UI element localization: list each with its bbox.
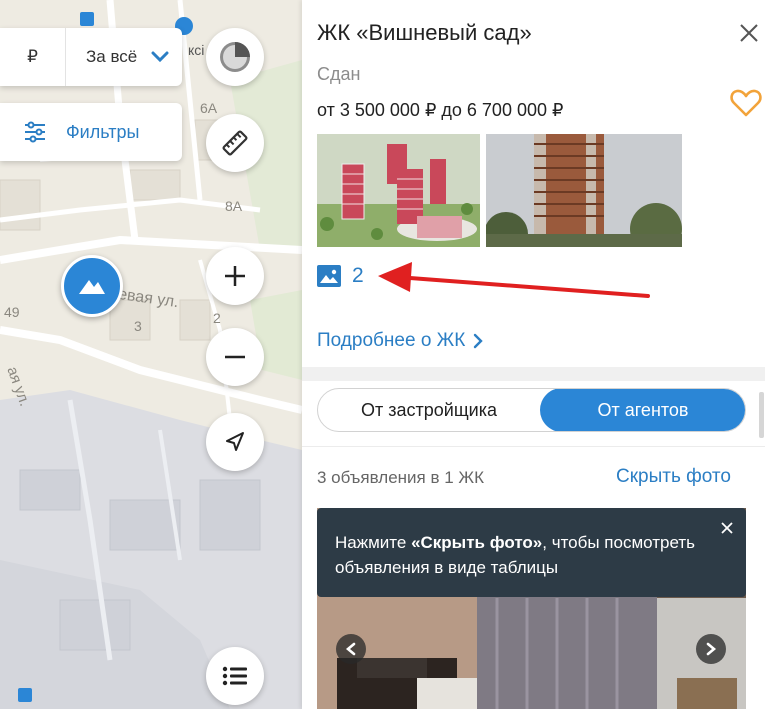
render-image xyxy=(317,134,480,247)
close-icon[interactable] xyxy=(720,521,734,535)
poi-label: ксі xyxy=(188,42,205,58)
chevron-right-icon xyxy=(474,333,483,349)
price-period-dropdown[interactable]: За всё xyxy=(66,28,182,86)
map-label: 49 xyxy=(4,304,20,320)
section-divider xyxy=(302,367,765,381)
tooltip-bold: «Скрыть фото» xyxy=(411,533,543,552)
price-range: от 3 500 000 ₽ до 6 700 000 ₽ xyxy=(317,100,564,120)
layers-button[interactable] xyxy=(206,28,264,86)
annotation-arrow xyxy=(378,262,650,298)
prev-photo-button[interactable] xyxy=(336,634,366,664)
ruler-icon xyxy=(222,130,248,156)
chevron-left-icon xyxy=(345,642,356,656)
hide-photos-link[interactable]: Скрыть фото xyxy=(616,466,731,488)
map-label: 8А xyxy=(225,198,243,214)
seller-type-toggle[interactable]: От застройщика От агентов xyxy=(317,388,746,432)
more-about-complex-link[interactable]: Подробнее о ЖК xyxy=(317,330,483,352)
filters-button[interactable]: Фильтры xyxy=(0,103,182,161)
hint-tooltip: Нажмите «Скрыть фото», чтобы посмотреть … xyxy=(317,508,746,597)
chevron-down-icon xyxy=(151,51,169,63)
layers-icon xyxy=(220,42,250,72)
price-period-label: За всё xyxy=(86,47,138,66)
listings-count: 3 объявления в 1 ЖК xyxy=(317,468,484,487)
tower-image xyxy=(486,134,682,247)
zoom-in-button[interactable] xyxy=(206,247,264,305)
status-text: Сдан xyxy=(317,64,361,84)
map-label: 2 xyxy=(213,310,221,326)
heart-icon[interactable] xyxy=(730,88,762,118)
page-title: ЖК «Вишневый сад» xyxy=(317,20,532,45)
price-selector[interactable]: ₽ За всё xyxy=(0,28,182,86)
toggle-developer[interactable]: От застройщика xyxy=(318,389,540,431)
next-photo-button[interactable] xyxy=(696,634,726,664)
sliders-icon xyxy=(25,121,45,143)
navigation-arrow-icon xyxy=(226,432,244,451)
map-label: 3 xyxy=(134,318,142,334)
section-divider xyxy=(302,446,765,447)
zoom-out-button[interactable] xyxy=(206,328,264,386)
close-icon[interactable] xyxy=(738,22,760,44)
complex-photo-render[interactable] xyxy=(317,134,480,247)
building-marker[interactable] xyxy=(61,255,123,317)
list-icon xyxy=(222,666,247,686)
complex-photo-tower[interactable] xyxy=(486,134,682,247)
building-marker-icon xyxy=(79,280,105,294)
scrollbar[interactable] xyxy=(759,392,764,438)
image-icon xyxy=(317,265,341,287)
complex-details-panel: ЖК «Вишневый сад» Сдан от 3 500 000 ₽ до… xyxy=(302,0,765,709)
map-label: 6А xyxy=(200,100,218,116)
toggle-agents[interactable]: От агентов xyxy=(540,389,745,431)
photo-count: 2 xyxy=(352,264,364,287)
minus-icon xyxy=(225,355,245,359)
tooltip-prefix: Нажмите xyxy=(335,533,412,552)
list-view-button[interactable] xyxy=(206,647,264,705)
locate-button[interactable] xyxy=(206,413,264,471)
map-area[interactable]: 6А 8А 2 3 49 евая ул. ая ул. ксі ₽ За вс… xyxy=(0,0,302,709)
ruler-button[interactable] xyxy=(206,114,264,172)
currency-button[interactable]: ₽ xyxy=(0,28,66,86)
more-link-label: Подробнее о ЖК xyxy=(317,330,466,351)
photo-gallery-link[interactable]: 2 xyxy=(317,264,364,288)
plus-icon xyxy=(225,266,245,286)
filters-label: Фильтры xyxy=(66,121,140,142)
tooltip-text: Нажмите «Скрыть фото», чтобы посмотреть … xyxy=(335,530,715,580)
chevron-right-icon xyxy=(706,642,717,656)
